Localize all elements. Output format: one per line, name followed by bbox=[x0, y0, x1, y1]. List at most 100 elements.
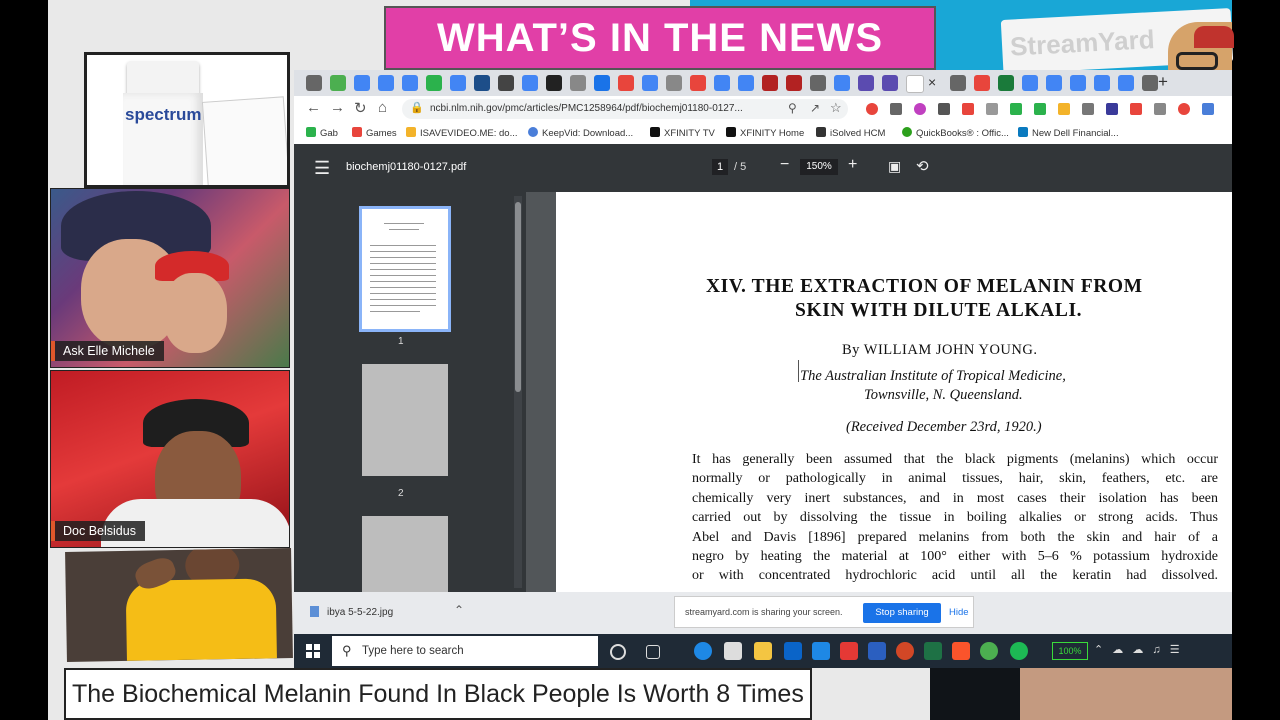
tab-icon[interactable] bbox=[738, 75, 754, 91]
brave-icon[interactable] bbox=[952, 642, 970, 660]
extension-icon[interactable] bbox=[1058, 103, 1070, 115]
lock-icon[interactable]: 🔒 bbox=[410, 101, 424, 114]
tab-icon[interactable] bbox=[1046, 75, 1062, 91]
tab-icon[interactable] bbox=[378, 75, 394, 91]
stop-sharing-button[interactable]: Stop sharing bbox=[863, 603, 941, 623]
tab-icon[interactable] bbox=[546, 75, 562, 91]
page-number-input[interactable]: 1 bbox=[712, 159, 728, 175]
tab-icon[interactable] bbox=[762, 75, 778, 91]
fit-page-icon[interactable]: ▣ bbox=[888, 158, 901, 175]
tab-icon[interactable] bbox=[426, 75, 442, 91]
extension-icon[interactable] bbox=[1082, 103, 1094, 115]
page-thumbnail-3[interactable] bbox=[362, 516, 448, 592]
rotate-icon[interactable]: ⟲ bbox=[916, 157, 929, 175]
bookmark-games[interactable]: Games bbox=[352, 127, 397, 139]
tab-icon[interactable] bbox=[330, 75, 346, 91]
tab-icon[interactable] bbox=[1142, 75, 1158, 91]
extension-icon[interactable] bbox=[962, 103, 974, 115]
tab-icon[interactable] bbox=[974, 75, 990, 91]
extension-icon[interactable] bbox=[986, 103, 998, 115]
tab-icon[interactable] bbox=[498, 75, 514, 91]
tab-icon[interactable] bbox=[642, 75, 658, 91]
back-arrow-icon[interactable]: ← bbox=[306, 99, 321, 116]
outlook-icon[interactable] bbox=[784, 642, 802, 660]
tab-icon[interactable] bbox=[998, 75, 1014, 91]
bookmark-quickbooks[interactable]: QuickBooks® : Offic... bbox=[902, 127, 1009, 139]
tab-icon[interactable] bbox=[402, 75, 418, 91]
excel-icon[interactable] bbox=[924, 642, 942, 660]
bookmark-isolved[interactable]: iSolved HCM bbox=[816, 127, 885, 139]
bookmark-xfinity-tv[interactable]: XFINITY TV bbox=[650, 127, 715, 139]
task-view-icon[interactable] bbox=[646, 645, 660, 659]
menu-icon[interactable]: ☰ bbox=[314, 158, 330, 179]
page-thumbnail-1[interactable] bbox=[359, 206, 451, 332]
bookmark-keepvid[interactable]: KeepVid: Download... bbox=[528, 127, 633, 139]
app-icon[interactable] bbox=[812, 642, 830, 660]
extension-icon[interactable] bbox=[1010, 103, 1022, 115]
powerpoint-icon[interactable] bbox=[896, 642, 914, 660]
tab-icon[interactable] bbox=[354, 75, 370, 91]
zoom-in-icon[interactable]: + bbox=[848, 156, 857, 174]
extension-icon[interactable] bbox=[1034, 103, 1046, 115]
spotify-icon[interactable] bbox=[1010, 642, 1028, 660]
tab-icon[interactable] bbox=[474, 75, 490, 91]
bookmark-xfinity-home[interactable]: XFINITY Home bbox=[726, 127, 804, 139]
word-icon[interactable] bbox=[868, 642, 886, 660]
file-explorer-icon[interactable] bbox=[754, 642, 772, 660]
bookmark-isavevideo[interactable]: ISAVEVIDEO.ME: do... bbox=[406, 127, 518, 139]
hide-button[interactable]: Hide bbox=[949, 607, 969, 618]
taskbar-search-box[interactable]: ⚲ Type here to search bbox=[332, 636, 598, 666]
tab-icon[interactable] bbox=[306, 75, 322, 91]
new-tab-button[interactable]: + bbox=[1158, 72, 1168, 92]
extension-icon[interactable] bbox=[866, 103, 878, 115]
app-icon[interactable] bbox=[840, 642, 858, 660]
url-text[interactable]: ncbi.nlm.nih.gov/pmc/articles/PMC1258964… bbox=[430, 103, 743, 114]
zoom-icon[interactable]: ⚲ bbox=[788, 101, 797, 115]
tab-close-icon[interactable]: × bbox=[928, 74, 936, 90]
tab-icon[interactable] bbox=[950, 75, 966, 91]
tab-icon[interactable] bbox=[834, 75, 850, 91]
tab-icon[interactable] bbox=[786, 75, 802, 91]
bookmark-dell[interactable]: New Dell Financial... bbox=[1018, 127, 1119, 139]
tab-icon[interactable] bbox=[1094, 75, 1110, 91]
cortana-icon[interactable] bbox=[610, 644, 626, 660]
thumbnail-scrollbar[interactable] bbox=[514, 196, 522, 588]
extension-icon[interactable] bbox=[890, 103, 902, 115]
battery-indicator[interactable]: 100% bbox=[1052, 642, 1088, 660]
tab-icon[interactable] bbox=[1022, 75, 1038, 91]
tab-icon[interactable] bbox=[594, 75, 610, 91]
extension-icon[interactable] bbox=[1130, 103, 1142, 115]
tab-icon[interactable] bbox=[570, 75, 586, 91]
bookmark-star-icon[interactable]: ☆ bbox=[830, 100, 842, 116]
tab-icon[interactable] bbox=[858, 75, 874, 91]
tab-icon[interactable] bbox=[618, 75, 634, 91]
tab-icon[interactable] bbox=[690, 75, 706, 91]
forward-arrow-icon[interactable]: → bbox=[330, 99, 345, 116]
scrollbar-thumb[interactable] bbox=[515, 202, 521, 392]
edge-icon[interactable] bbox=[694, 642, 712, 660]
extension-icon[interactable] bbox=[914, 103, 926, 115]
chevron-up-icon[interactable]: ⌃ bbox=[454, 603, 464, 617]
page-thumbnail-2[interactable] bbox=[362, 364, 448, 476]
bookmark-gab[interactable]: Gab bbox=[306, 127, 338, 139]
windows-start-icon[interactable] bbox=[306, 644, 320, 658]
reload-icon[interactable]: ↻ bbox=[354, 99, 367, 117]
extension-icon[interactable] bbox=[1202, 103, 1214, 115]
home-icon[interactable]: ⌂ bbox=[378, 99, 387, 116]
extension-icon[interactable] bbox=[1106, 103, 1118, 115]
tab-icon-active[interactable] bbox=[906, 75, 924, 93]
tab-icon[interactable] bbox=[810, 75, 826, 91]
chrome-icon[interactable] bbox=[980, 642, 998, 660]
zoom-level-input[interactable]: 150% bbox=[800, 159, 838, 175]
tab-icon[interactable] bbox=[450, 75, 466, 91]
share-icon[interactable]: ↗ bbox=[810, 101, 820, 115]
tab-icon[interactable] bbox=[1118, 75, 1134, 91]
zoom-out-icon[interactable]: − bbox=[780, 156, 789, 174]
tab-icon[interactable] bbox=[522, 75, 538, 91]
extension-icon[interactable] bbox=[1178, 103, 1190, 115]
extension-icon[interactable] bbox=[1154, 103, 1166, 115]
system-tray-icons[interactable]: ⌃ ☁ ☁ ♫ ☰ bbox=[1094, 643, 1183, 656]
tab-icon[interactable] bbox=[714, 75, 730, 91]
store-icon[interactable] bbox=[724, 642, 742, 660]
download-item[interactable]: ibya 5-5-22.jpg bbox=[310, 606, 393, 618]
